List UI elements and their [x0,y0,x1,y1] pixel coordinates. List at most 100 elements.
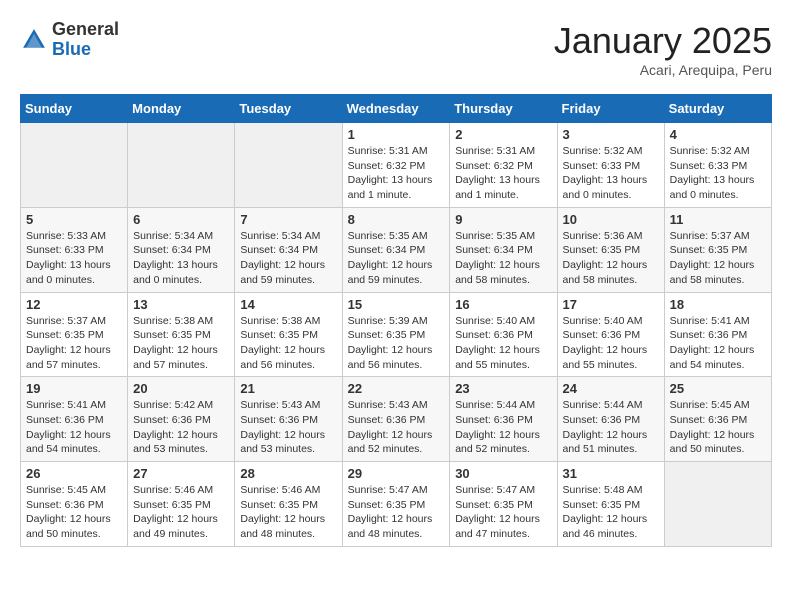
calendar-week-row: 26Sunrise: 5:45 AM Sunset: 6:36 PM Dayli… [21,462,772,547]
day-info: Sunrise: 5:43 AM Sunset: 6:36 PM Dayligh… [348,398,445,457]
day-info: Sunrise: 5:46 AM Sunset: 6:35 PM Dayligh… [240,483,336,542]
day-number: 16 [455,297,551,312]
logo-blue: Blue [52,39,91,59]
day-number: 28 [240,466,336,481]
day-header-saturday: Saturday [664,95,771,123]
day-number: 30 [455,466,551,481]
calendar-cell: 2Sunrise: 5:31 AM Sunset: 6:32 PM Daylig… [450,123,557,208]
calendar-cell: 4 Sunrise: 5:32 AM Sunset: 6:33 PM Daylig… [664,123,771,208]
calendar-cell: 14Sunrise: 5:38 AM Sunset: 6:35 PM Dayli… [235,292,342,377]
calendar-cell: 10 Sunrise: 5:36 AM Sunset: 6:35 PM Dayli… [557,207,664,292]
title-block: January 2025 Acari, Arequipa, Peru [554,20,772,78]
day-number: 2 [455,127,551,142]
day-info: Sunrise: 5:41 AM Sunset: 6:36 PM Dayligh… [670,314,766,373]
calendar-cell [21,123,128,208]
calendar-cell [664,462,771,547]
day-number: 1 [348,127,445,142]
day-number: 6 [133,212,229,227]
calendar-week-row: 1 Sunrise: 5:31 AM Sunset: 6:32 PM Daylig… [21,123,772,208]
day-info: Sunrise: 5:38 AM Sunset: 6:35 PM Dayligh… [133,314,229,373]
day-number: 24 [563,381,659,396]
calendar-cell: 18 Sunrise: 5:41 AM Sunset: 6:36 PM Dayli… [664,292,771,377]
day-header-thursday: Thursday [450,95,557,123]
calendar-cell: 3 Sunrise: 5:32 AM Sunset: 6:33 PM Daylig… [557,123,664,208]
day-info: Sunrise: 5:41 AM Sunset: 6:36 PM Dayligh… [26,398,122,457]
calendar-cell [235,123,342,208]
day-info: Sunrise: 5:37 AM Sunset: 6:35 PM Dayligh… [26,314,122,373]
month-title: January 2025 [554,20,772,62]
calendar-cell: 5Sunrise: 5:33 AM Sunset: 6:33 PM Daylig… [21,207,128,292]
calendar-cell: 7 Sunrise: 5:34 AM Sunset: 6:34 PM Daylig… [235,207,342,292]
calendar-cell: 28 Sunrise: 5:46 AM Sunset: 6:35 PM Dayli… [235,462,342,547]
day-info: Sunrise: 5:38 AM Sunset: 6:35 PM Dayligh… [240,314,336,373]
day-number: 12 [26,297,122,312]
calendar-cell: 23 Sunrise: 5:44 AM Sunset: 6:36 PM Dayli… [450,377,557,462]
day-info: Sunrise: 5:34 AM Sunset: 6:34 PM Dayligh… [240,229,336,288]
day-number: 23 [455,381,551,396]
day-number: 26 [26,466,122,481]
day-number: 25 [670,381,766,396]
day-info: Sunrise: 5:46 AM Sunset: 6:35 PM Dayligh… [133,483,229,542]
day-number: 13 [133,297,229,312]
calendar-cell: 27 Sunrise: 5:46 AM Sunset: 6:35 PM Dayli… [128,462,235,547]
calendar-table: SundayMondayTuesdayWednesdayThursdayFrid… [20,94,772,547]
calendar-header-row: SundayMondayTuesdayWednesdayThursdayFrid… [21,95,772,123]
calendar-week-row: 12 Sunrise: 5:37 AM Sunset: 6:35 PM Dayli… [21,292,772,377]
logo-general: General [52,19,119,39]
calendar-cell: 26Sunrise: 5:45 AM Sunset: 6:36 PM Dayli… [21,462,128,547]
calendar-cell: 16 Sunrise: 5:40 AM Sunset: 6:36 PM Dayli… [450,292,557,377]
calendar-cell: 31Sunrise: 5:48 AM Sunset: 6:35 PM Dayli… [557,462,664,547]
day-header-wednesday: Wednesday [342,95,450,123]
day-info: Sunrise: 5:40 AM Sunset: 6:36 PM Dayligh… [455,314,551,373]
calendar-cell: 21Sunrise: 5:43 AM Sunset: 6:36 PM Dayli… [235,377,342,462]
page-header: General Blue January 2025 Acari, Arequip… [20,20,772,78]
day-number: 8 [348,212,445,227]
calendar-cell: 8 Sunrise: 5:35 AM Sunset: 6:34 PM Daylig… [342,207,450,292]
calendar-cell: 11Sunrise: 5:37 AM Sunset: 6:35 PM Dayli… [664,207,771,292]
calendar-cell: 13 Sunrise: 5:38 AM Sunset: 6:35 PM Dayli… [128,292,235,377]
day-info: Sunrise: 5:31 AM Sunset: 6:32 PM Dayligh… [348,144,445,203]
day-header-friday: Friday [557,95,664,123]
calendar-week-row: 19 Sunrise: 5:41 AM Sunset: 6:36 PM Dayli… [21,377,772,462]
day-info: Sunrise: 5:39 AM Sunset: 6:35 PM Dayligh… [348,314,445,373]
calendar-cell: 19 Sunrise: 5:41 AM Sunset: 6:36 PM Dayli… [21,377,128,462]
calendar-cell: 9Sunrise: 5:35 AM Sunset: 6:34 PM Daylig… [450,207,557,292]
day-number: 11 [670,212,766,227]
calendar-cell: 20 Sunrise: 5:42 AM Sunset: 6:36 PM Dayli… [128,377,235,462]
day-info: Sunrise: 5:35 AM Sunset: 6:34 PM Dayligh… [348,229,445,288]
day-info: Sunrise: 5:42 AM Sunset: 6:36 PM Dayligh… [133,398,229,457]
day-info: Sunrise: 5:47 AM Sunset: 6:35 PM Dayligh… [455,483,551,542]
day-info: Sunrise: 5:40 AM Sunset: 6:36 PM Dayligh… [563,314,659,373]
day-info: Sunrise: 5:32 AM Sunset: 6:33 PM Dayligh… [563,144,659,203]
day-number: 17 [563,297,659,312]
day-info: Sunrise: 5:32 AM Sunset: 6:33 PM Dayligh… [670,144,766,203]
day-number: 3 [563,127,659,142]
day-number: 27 [133,466,229,481]
day-number: 4 [670,127,766,142]
day-info: Sunrise: 5:36 AM Sunset: 6:35 PM Dayligh… [563,229,659,288]
day-number: 19 [26,381,122,396]
day-number: 31 [563,466,659,481]
day-header-sunday: Sunday [21,95,128,123]
day-number: 20 [133,381,229,396]
day-number: 9 [455,212,551,227]
calendar-cell: 6 Sunrise: 5:34 AM Sunset: 6:34 PM Daylig… [128,207,235,292]
day-number: 21 [240,381,336,396]
day-number: 10 [563,212,659,227]
calendar-cell: 12 Sunrise: 5:37 AM Sunset: 6:35 PM Dayli… [21,292,128,377]
day-info: Sunrise: 5:33 AM Sunset: 6:33 PM Dayligh… [26,229,122,288]
day-header-tuesday: Tuesday [235,95,342,123]
day-number: 7 [240,212,336,227]
calendar-week-row: 5Sunrise: 5:33 AM Sunset: 6:33 PM Daylig… [21,207,772,292]
calendar-cell: 1 Sunrise: 5:31 AM Sunset: 6:32 PM Daylig… [342,123,450,208]
day-number: 18 [670,297,766,312]
day-info: Sunrise: 5:44 AM Sunset: 6:36 PM Dayligh… [455,398,551,457]
calendar-cell: 29Sunrise: 5:47 AM Sunset: 6:35 PM Dayli… [342,462,450,547]
logo-text: General Blue [52,20,119,60]
calendar-cell: 24Sunrise: 5:44 AM Sunset: 6:36 PM Dayli… [557,377,664,462]
calendar-cell [128,123,235,208]
day-number: 29 [348,466,445,481]
calendar-cell: 25Sunrise: 5:45 AM Sunset: 6:36 PM Dayli… [664,377,771,462]
calendar-cell: 17 Sunrise: 5:40 AM Sunset: 6:36 PM Dayli… [557,292,664,377]
day-info: Sunrise: 5:34 AM Sunset: 6:34 PM Dayligh… [133,229,229,288]
